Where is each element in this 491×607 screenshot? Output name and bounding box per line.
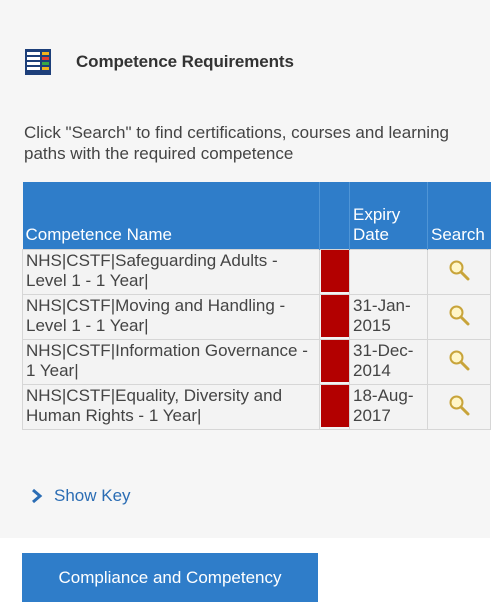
competence-panel: Competence Requirements Click "Search" t…: [0, 0, 491, 538]
search-cell: [427, 294, 491, 340]
status-indicator: [321, 295, 349, 337]
status-cell: [319, 384, 350, 430]
column-header-search: Search: [427, 182, 491, 250]
list-report-icon: [24, 48, 52, 76]
table-row: NHS|CSTF|Information Governance - 1 Year…: [22, 339, 491, 385]
status-indicator: [321, 340, 349, 382]
competence-name-cell: NHS|CSTF|Moving and Handling - Level 1 -…: [22, 294, 320, 340]
chevron-right-icon: [30, 488, 44, 504]
expiry-date-cell: 31-Jan-2015: [349, 294, 428, 340]
expiry-date-cell: 18-Aug-2017: [349, 384, 428, 430]
table-header-row: Competence Name Expiry Date Search: [22, 182, 491, 250]
search-icon[interactable]: [448, 259, 470, 281]
column-header-expiry-date[interactable]: Expiry Date: [349, 182, 428, 250]
search-icon[interactable]: [448, 394, 470, 416]
competence-name-cell: NHS|CSTF|Safeguarding Adults - Level 1 -…: [22, 249, 320, 295]
page-title: Competence Requirements: [76, 52, 294, 71]
compliance-competency-button[interactable]: Compliance and Competency: [22, 553, 318, 602]
show-key-label: Show Key: [54, 486, 131, 505]
status-cell: [319, 339, 350, 385]
search-cell: [427, 339, 491, 385]
search-cell: [427, 249, 491, 295]
expiry-date-cell: [349, 249, 428, 295]
competence-name-cell: NHS|CSTF|Equality, Diversity and Human R…: [22, 384, 320, 430]
search-icon[interactable]: [448, 304, 470, 326]
table-row: NHS|CSTF|Moving and Handling - Level 1 -…: [22, 294, 491, 340]
status-indicator: [321, 385, 349, 427]
search-cell: [427, 384, 491, 430]
column-header-status: [319, 182, 350, 250]
status-cell: [319, 294, 350, 340]
competence-name-cell: NHS|CSTF|Information Governance - 1 Year…: [22, 339, 320, 385]
column-header-competence-name[interactable]: Competence Name: [22, 182, 320, 250]
intro-text: Click "Search" to find certifications, c…: [24, 123, 449, 163]
table-row: NHS|CSTF|Equality, Diversity and Human R…: [22, 384, 491, 430]
panel-header: Competence Requirements: [24, 48, 294, 76]
expiry-date-cell: 31-Dec-2014: [349, 339, 428, 385]
status-cell: [319, 249, 350, 295]
competence-table: Competence Name Expiry Date Search NHS|C…: [22, 182, 491, 430]
table-row: NHS|CSTF|Safeguarding Adults - Level 1 -…: [22, 249, 491, 295]
status-indicator: [321, 250, 349, 292]
search-icon[interactable]: [448, 349, 470, 371]
show-key-link[interactable]: Show Key: [30, 486, 131, 506]
